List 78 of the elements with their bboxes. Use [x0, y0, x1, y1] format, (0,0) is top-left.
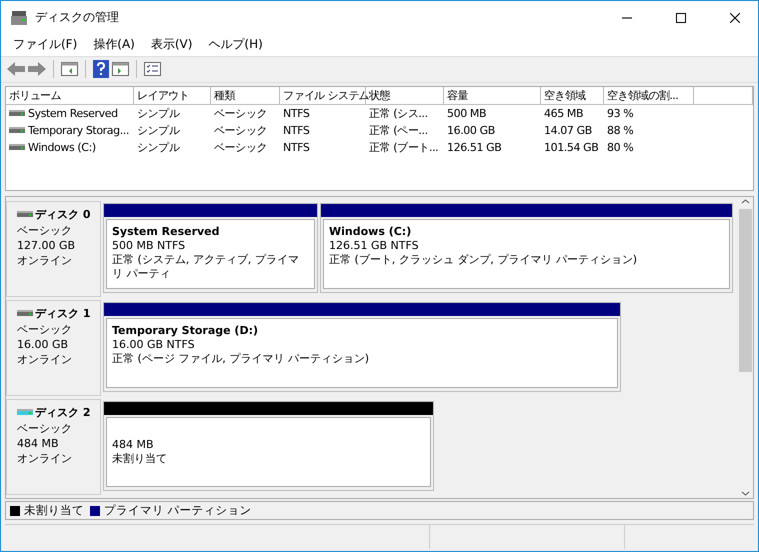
table-cell: 500 MB: [447, 106, 486, 120]
partition-status: 正常 (ブート, クラッシュ ダンプ, プライマリ パーティション): [329, 252, 638, 267]
volume-name[interactable]: Temporary Storag...: [28, 124, 129, 137]
disk-type: ベーシック: [17, 322, 73, 337]
table-cell: シンプル: [137, 106, 180, 121]
disk-type: ベーシック: [17, 222, 73, 238]
partition-title: Temporary Storage (D:): [112, 324, 260, 338]
column-header[interactable]: 種類: [211, 86, 280, 104]
table-cell: 80 %: [607, 140, 634, 154]
partition-size: 126.51 GB NTFS: [329, 238, 420, 253]
partition-title: System Reserved: [112, 224, 221, 239]
table-cell: NTFS: [283, 106, 310, 120]
column-header[interactable]: ボリューム: [6, 86, 134, 104]
partition-block[interactable]: Temporary Storage (D:) 16.00 GB NTFS 正常 (ページ ファイル, プライマリ パーティション): [103, 302, 621, 392]
checklist-icon[interactable]: [144, 62, 161, 76]
table-cell: 正常 (ブート...: [369, 140, 438, 155]
menu-item[interactable]: ファイル(F): [5, 36, 86, 54]
legend-label: 未割り当て: [24, 503, 84, 518]
partition-size: 484 MB: [112, 438, 155, 452]
back-icon[interactable]: [7, 62, 25, 76]
table-cell: NTFS: [283, 140, 310, 154]
table-cell: 88 %: [607, 124, 634, 137]
column-header[interactable]: 容量: [444, 86, 541, 104]
table-cell: 正常 (ペー...: [369, 122, 428, 138]
column-header[interactable]: レイアウト: [134, 86, 211, 104]
partition-block[interactable]: 484 MB 未割り当て: [103, 400, 434, 491]
table-cell: 16.00 GB: [447, 124, 495, 137]
menu-item[interactable]: 表示(V): [142, 36, 200, 54]
disk-status: オンライン: [17, 450, 73, 466]
pane-icon[interactable]: [61, 62, 78, 76]
disk-size: 484 MB: [17, 436, 60, 450]
partition-block[interactable]: Windows (C:) 126.51 GB NTFS 正常 (ブート, クラッシュ ダンプ, プライマリ パーティション): [320, 202, 733, 293]
partition-title: Windows (C:): [329, 224, 412, 239]
disk-name: ディスク 2: [35, 404, 90, 420]
pane-icon[interactable]: [112, 62, 129, 76]
disk-label-panel[interactable]: ディスク 0 ベーシック 127.00 GB オンライン: [6, 200, 101, 297]
table-cell: ベーシック: [214, 106, 268, 121]
partition-size: 16.00 GB NTFS: [112, 338, 196, 352]
table-cell: ベーシック: [214, 140, 268, 155]
disk-size: 16.00 GB: [17, 338, 70, 351]
column-header[interactable]: 空き領域: [541, 86, 604, 104]
table-cell: シンプル: [137, 140, 180, 155]
column-header[interactable]: ファイル システム: [280, 86, 366, 104]
partition-status: 正常 (システム, アクティブ, プライマリ パーティ: [112, 252, 300, 281]
table-cell: 126.51 GB: [447, 140, 502, 154]
partition-status: 未割り当て: [112, 452, 168, 466]
partition-block[interactable]: System Reserved 500 MB NTFS 正常 (システム, アクティブ, プライマリ パーティ: [103, 202, 318, 293]
window-title: ディスクの管理: [35, 9, 120, 26]
scrollbar[interactable]: [738, 196, 753, 498]
partition-size: 500 MB NTFS: [112, 238, 186, 253]
menu-item[interactable]: ヘルプ(H): [200, 36, 271, 54]
table-cell: 465 MB: [544, 106, 584, 120]
partition-status: 正常 (ページ ファイル, プライマリ パーティション): [112, 352, 370, 366]
column-header[interactable]: 空き領域の割...: [604, 86, 694, 104]
disk-status: オンライン: [17, 352, 73, 367]
legend-label: プライマリ パーティション: [104, 503, 252, 518]
menu-item[interactable]: 操作(A): [85, 36, 143, 54]
volume-name[interactable]: Windows (C:): [28, 140, 96, 154]
disk-size: 127.00 GB: [17, 238, 76, 252]
help-icon[interactable]: [93, 60, 109, 78]
table-cell: 14.07 GB: [544, 124, 592, 137]
close-icon[interactable]: [730, 12, 740, 22]
table-cell: シンプル: [137, 122, 180, 138]
disk-status: オンライン: [17, 252, 73, 268]
table-cell: 正常 (シス...: [369, 106, 428, 121]
app-icon: [11, 10, 27, 24]
disk-label-panel[interactable]: ディスク 1 ベーシック 16.00 GB オンライン: [6, 300, 101, 396]
volume-name[interactable]: System Reserved: [28, 106, 118, 120]
disk-label-panel[interactable]: ディスク 2 ベーシック 484 MB オンライン: [6, 398, 101, 495]
maximize-icon[interactable]: [676, 12, 686, 22]
table-cell: 101.54 GB: [544, 140, 598, 154]
disk-name: ディスク 0: [35, 206, 90, 222]
disk-name: ディスク 1: [35, 306, 90, 321]
disk-type: ベーシック: [17, 420, 73, 436]
forward-icon[interactable]: [28, 62, 46, 76]
table-cell: ベーシック: [214, 122, 268, 138]
table-cell: 93 %: [607, 106, 634, 120]
table-cell: NTFS: [283, 124, 310, 137]
